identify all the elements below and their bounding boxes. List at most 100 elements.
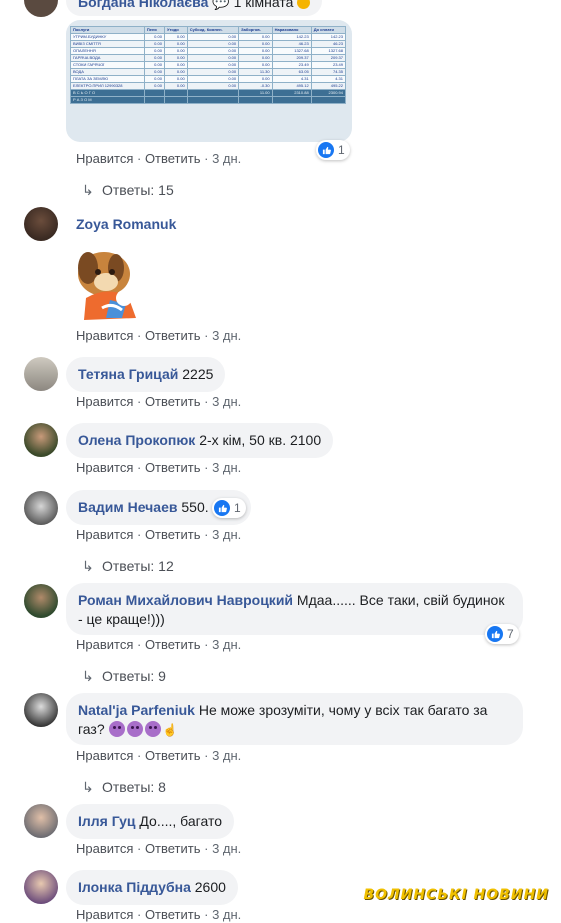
like-link[interactable]: Нравится xyxy=(76,637,133,652)
table-cell: 0.00 xyxy=(186,68,240,76)
like-link[interactable]: Нравится xyxy=(76,394,133,409)
table-cell xyxy=(271,96,312,104)
attached-image[interactable]: Послуги Пеня Утоди Субсид. Компен. Заборгов.… xyxy=(66,20,352,142)
timestamp[interactable]: 3 дн. xyxy=(212,907,241,922)
reply-link[interactable]: Ответить xyxy=(145,907,201,922)
table-cell: 0.00 xyxy=(186,47,240,55)
table-header-cell: Субсид. Компен. xyxy=(186,26,240,34)
timestamp[interactable]: 3 дн. xyxy=(212,748,241,763)
comment-author[interactable]: Ілля Гуц xyxy=(78,813,136,829)
comment-author[interactable]: Вадим Нечаев xyxy=(78,499,178,515)
table-row: УТРИМ.БУДИНКУ 0.00 0.00 0.00 0.00 142.23 142.2… xyxy=(70,33,347,41)
like-link[interactable]: Нравится xyxy=(76,460,133,475)
comment-bubble: Ілля Гуц До...., багато xyxy=(66,804,234,839)
table-row: ПЛАТА ЗА ЗЕМЛЮ 0.00 0.00 0.00 0.00 4.31 4.31 xyxy=(70,75,347,83)
table-cell xyxy=(238,96,273,104)
table-cell xyxy=(310,96,347,104)
timestamp[interactable]: 3 дн. xyxy=(212,328,241,343)
table-cell xyxy=(143,96,165,104)
reply-link[interactable]: Ответить xyxy=(145,151,201,166)
avatar[interactable] xyxy=(24,423,58,457)
table-cell: 0.00 xyxy=(186,61,240,69)
table-cell: 495.12 xyxy=(271,82,312,90)
table-header-cell: Утоди xyxy=(163,26,188,34)
comment-author[interactable]: Natal'ja Parfeniuk xyxy=(78,702,195,718)
avatar[interactable] xyxy=(24,693,58,727)
avatar[interactable] xyxy=(24,0,58,17)
like-link[interactable]: Нравится xyxy=(76,907,133,922)
reply-link[interactable]: Ответить xyxy=(145,328,201,343)
table-cell: ЕЛЕКТРО.ПРИЛ 12990328 xyxy=(70,82,145,90)
table-cell: СТОКИ ГАРЯЧОЇ xyxy=(70,61,145,69)
table-cell: 0.00 xyxy=(238,40,273,48)
replies-count[interactable]: Ответы: 8 xyxy=(102,779,166,795)
table-cell: 0.00 xyxy=(163,40,188,48)
table-cell: 0.00 xyxy=(143,40,165,48)
replies-count[interactable]: Ответы: 9 xyxy=(102,668,166,684)
table-cell: 0.00 xyxy=(186,33,240,41)
like-link[interactable]: Нравится xyxy=(76,748,133,763)
timestamp[interactable]: 3 дн. xyxy=(212,637,241,652)
comment-author[interactable]: Тетяна Грицай xyxy=(78,366,178,382)
avatar[interactable] xyxy=(24,207,58,241)
table-cell: 209.37 xyxy=(310,54,347,62)
avatar[interactable] xyxy=(24,804,58,838)
reply-link[interactable]: Ответить xyxy=(145,527,201,542)
reaction-summary[interactable]: 7 xyxy=(485,624,519,644)
table-cell: 0.00 xyxy=(163,61,188,69)
comment-bubble: Natal'ja Parfeniuk Не може зрозуміти, чо… xyxy=(66,693,523,745)
like-link[interactable]: Нравится xyxy=(76,527,133,542)
timestamp[interactable]: 3 дн. xyxy=(212,841,241,856)
watermark-logo: ВОЛИНСЬКІ НОВИНИ xyxy=(363,887,549,903)
comment-author[interactable]: Роман Михайлович Навроцкий xyxy=(78,592,293,608)
replies-count[interactable]: Ответы: 12 xyxy=(102,558,174,574)
timestamp[interactable]: 3 дн. xyxy=(212,460,241,475)
timestamp[interactable]: 3 дн. xyxy=(212,527,241,542)
reply-link[interactable]: Ответить xyxy=(145,748,201,763)
table-cell: 2300.94 xyxy=(310,89,347,97)
weary-emoji-icon xyxy=(108,721,125,737)
table-cell: 4.31 xyxy=(271,75,312,83)
comment-actions: Нравится · Ответить · 3 дн. xyxy=(76,748,242,763)
table-cell: ВИВІЗ СМІТТЯ xyxy=(70,40,145,48)
comment-text: До...., багато xyxy=(139,813,222,829)
like-link[interactable]: Нравится xyxy=(76,151,133,166)
like-link[interactable]: Нравится xyxy=(76,328,133,343)
reply-link[interactable]: Ответить xyxy=(145,841,201,856)
replies-link[interactable]: ↳ Ответы: 9 xyxy=(82,667,166,685)
table-header-cell: Пеня xyxy=(143,26,165,34)
replies-link[interactable]: ↳ Ответы: 8 xyxy=(82,778,166,796)
table-cell xyxy=(186,96,240,104)
timestamp[interactable]: 3 дн. xyxy=(212,151,241,166)
like-link[interactable]: Нравится xyxy=(76,841,133,856)
reply-link[interactable]: Ответить xyxy=(145,637,201,652)
comment-bubble: Олена Прокопюк 2-х кім, 50 кв. 2100 xyxy=(66,423,334,458)
replies-count[interactable]: Ответы: 15 xyxy=(102,182,174,198)
replies-link[interactable]: ↳ Ответы: 12 xyxy=(82,557,174,575)
timestamp[interactable]: 3 дн. xyxy=(212,394,241,409)
table-row: ВОДА 0.00 0.00 0.00 11.30 63.05 74.35 xyxy=(70,68,347,76)
comment-author[interactable]: Богдана Ніколаєва xyxy=(78,0,208,10)
reaction-summary[interactable]: 1 xyxy=(316,140,350,160)
avatar[interactable] xyxy=(24,357,58,391)
comment-actions: Нравится · Ответить · 3 дн. xyxy=(76,151,242,166)
table-cell xyxy=(163,96,188,104)
reaction-summary[interactable]: 1 xyxy=(212,498,246,518)
comment-author[interactable]: Олена Прокопюк xyxy=(78,432,195,448)
emoji-icon xyxy=(297,0,311,9)
table-row: ЕЛЕКТРО.ПРИЛ 12990328 0.00 0.00 0.00 -0.30 49… xyxy=(70,82,347,90)
replies-link[interactable]: ↳ Ответы: 15 xyxy=(82,181,174,199)
speech-icon: 💬 xyxy=(212,0,230,10)
reply-link[interactable]: Ответить xyxy=(145,460,201,475)
comment-author[interactable]: Zoya Romanuk xyxy=(76,216,176,232)
table-cell: 0.00 xyxy=(186,40,240,48)
comment-actions: Нравится · Ответить · 3 дн. xyxy=(76,394,242,409)
comment-author[interactable]: Ілонка Піддубна xyxy=(78,879,191,895)
sticker xyxy=(66,238,152,324)
avatar[interactable] xyxy=(24,584,58,618)
reply-link[interactable]: Ответить xyxy=(145,394,201,409)
avatar[interactable] xyxy=(24,870,58,904)
avatar[interactable] xyxy=(24,491,58,525)
table-cell: 23.49 xyxy=(271,61,312,69)
table-cell: 209.37 xyxy=(271,54,312,62)
